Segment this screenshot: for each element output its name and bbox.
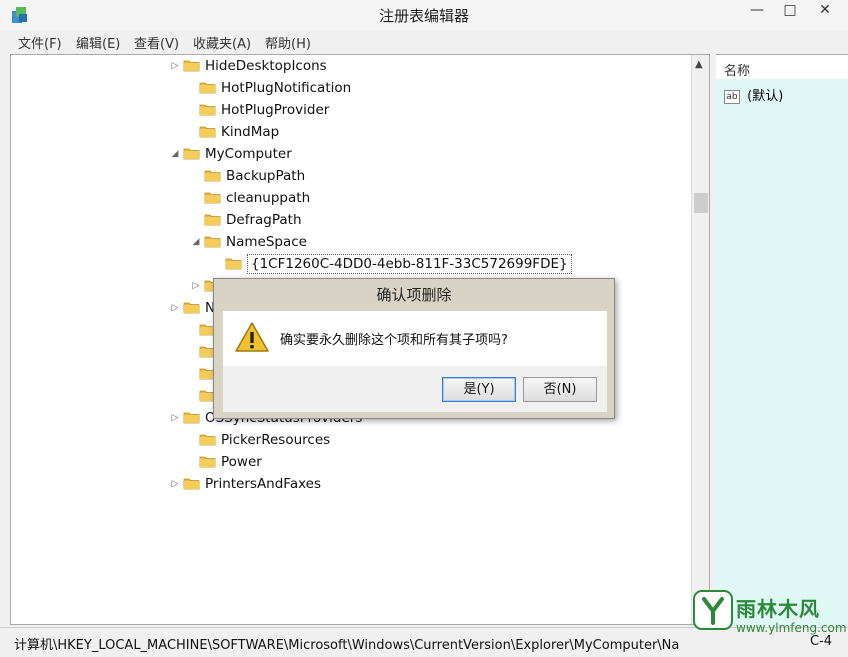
status-path: 计算机\HKEY_LOCAL_MACHINE\SOFTWARE\Microsof… <box>14 638 680 653</box>
menu-help[interactable]: 帮助(H) <box>265 33 311 52</box>
folder-icon <box>183 58 200 72</box>
expand-arrow-icon[interactable]: ◢ <box>190 231 202 253</box>
tree-node-label: HotPlugProvider <box>221 102 330 118</box>
tree-node[interactable]: ▷ HideDesktopIcons <box>169 55 327 77</box>
dialog-message: 确实要永久删除这个项和所有其子项吗? <box>280 333 508 348</box>
tree-node[interactable]: {1CF1260C-4DD0-4ebb-811F-33C572699FDE} <box>211 253 572 275</box>
folder-icon <box>199 80 216 94</box>
menu-favorites[interactable]: 收藏夹(A) <box>193 33 251 52</box>
column-header-name[interactable]: 名称 <box>724 60 750 79</box>
scroll-thumb[interactable] <box>694 193 708 213</box>
value-name: (默认) <box>747 89 784 104</box>
tree-node[interactable]: ◢ NameSpace <box>190 231 307 253</box>
tree-node-label: PrintersAndFaxes <box>205 476 322 492</box>
tree-node-label: HideDesktopIcons <box>205 58 327 74</box>
folder-icon <box>204 212 221 226</box>
folder-icon <box>183 410 200 424</box>
tree-node[interactable]: HotPlugProvider <box>185 99 329 121</box>
watermark: 雨林木风 www.ylmfeng.com <box>692 585 847 641</box>
menu-file[interactable]: 文件(F) <box>18 33 62 52</box>
expand-arrow-icon[interactable]: ▷ <box>169 55 181 77</box>
folder-icon <box>199 454 216 468</box>
watermark-title: 雨林木风 <box>736 597 820 621</box>
folder-icon <box>204 234 221 248</box>
tree-node[interactable]: ▷ PrintersAndFaxes <box>169 473 321 495</box>
tree-node-label: cleanuppath <box>226 190 311 206</box>
menu-bar: 文件(F) 编辑(E) 查看(V) 收藏夹(A) 帮助(H) <box>0 30 848 52</box>
value-row-default[interactable]: ab (默认) <box>724 85 783 104</box>
string-value-icon: ab <box>724 89 740 104</box>
tree-node-label: Power <box>221 454 262 470</box>
dialog-footer: 是(Y) 否(N) <box>223 366 607 412</box>
tree-node-label: DefragPath <box>226 212 302 228</box>
values-list: ab (默认) <box>716 79 848 626</box>
tree-node-label: MyComputer <box>205 146 292 162</box>
tree-node-label: BackupPath <box>226 168 306 184</box>
folder-icon <box>204 168 221 182</box>
tree-node[interactable]: PickerResources <box>185 429 330 451</box>
folder-icon <box>183 476 200 490</box>
minimize-button[interactable]: — <box>742 0 772 22</box>
watermark-url: www.ylmfeng.com <box>736 621 847 635</box>
tree-node[interactable]: cleanuppath <box>190 187 310 209</box>
window-title: 注册表编辑器 <box>378 7 469 25</box>
expand-arrow-icon[interactable]: ◢ <box>169 143 181 165</box>
tree-node-label: NameSpace <box>226 234 307 250</box>
tree-node[interactable]: BackupPath <box>190 165 305 187</box>
tree-node-label: {1CF1260C-4DD0-4ebb-811F-33C572699FDE} <box>247 254 572 274</box>
tree-node[interactable]: HotPlugNotification <box>185 77 351 99</box>
expand-arrow-icon[interactable]: ▷ <box>169 473 181 495</box>
menu-edit[interactable]: 编辑(E) <box>76 33 120 52</box>
expand-arrow-icon[interactable]: ▷ <box>169 297 181 319</box>
warning-icon <box>235 322 269 352</box>
folder-icon <box>183 146 200 160</box>
yes-button[interactable]: 是(Y) <box>442 377 516 402</box>
scroll-up-arrow-icon[interactable]: ▲ <box>695 59 703 70</box>
dialog-title: 确认项删除 <box>376 286 452 304</box>
folder-icon <box>183 300 200 314</box>
close-button[interactable]: ✕ <box>810 0 840 22</box>
folder-icon <box>199 102 216 116</box>
folder-icon <box>199 124 216 138</box>
watermark-logo-icon <box>693 590 733 630</box>
maximize-button[interactable]: □ <box>775 0 805 22</box>
title-bar: 注册表编辑器 — □ ✕ <box>0 0 848 30</box>
no-button[interactable]: 否(N) <box>523 377 597 402</box>
folder-icon <box>204 190 221 204</box>
confirm-delete-dialog: 确认项删除 确实要永久删除这个项和所有其子项吗? 是(Y) 否(N) <box>213 278 615 419</box>
expand-arrow-icon[interactable]: ▷ <box>190 275 202 297</box>
menu-view[interactable]: 查看(V) <box>134 33 179 52</box>
expand-arrow-icon[interactable]: ▷ <box>169 407 181 429</box>
values-pane[interactable]: 名称 ab (默认) <box>716 54 848 626</box>
tree-node[interactable]: DefragPath <box>190 209 302 231</box>
folder-icon <box>225 256 242 270</box>
tree-node[interactable]: KindMap <box>185 121 279 143</box>
tree-node[interactable]: ◢ MyComputer <box>169 143 292 165</box>
folder-icon <box>199 432 216 446</box>
tree-node-label: PickerResources <box>221 432 331 448</box>
tree-scrollbar[interactable]: ▲ ▼ <box>691 55 709 624</box>
tree-node-label: HotPlugNotification <box>221 80 352 96</box>
tree-node[interactable]: Power <box>185 451 262 473</box>
tree-node-label: KindMap <box>221 124 280 140</box>
dialog-body: 确实要永久删除这个项和所有其子项吗? <box>223 311 607 366</box>
